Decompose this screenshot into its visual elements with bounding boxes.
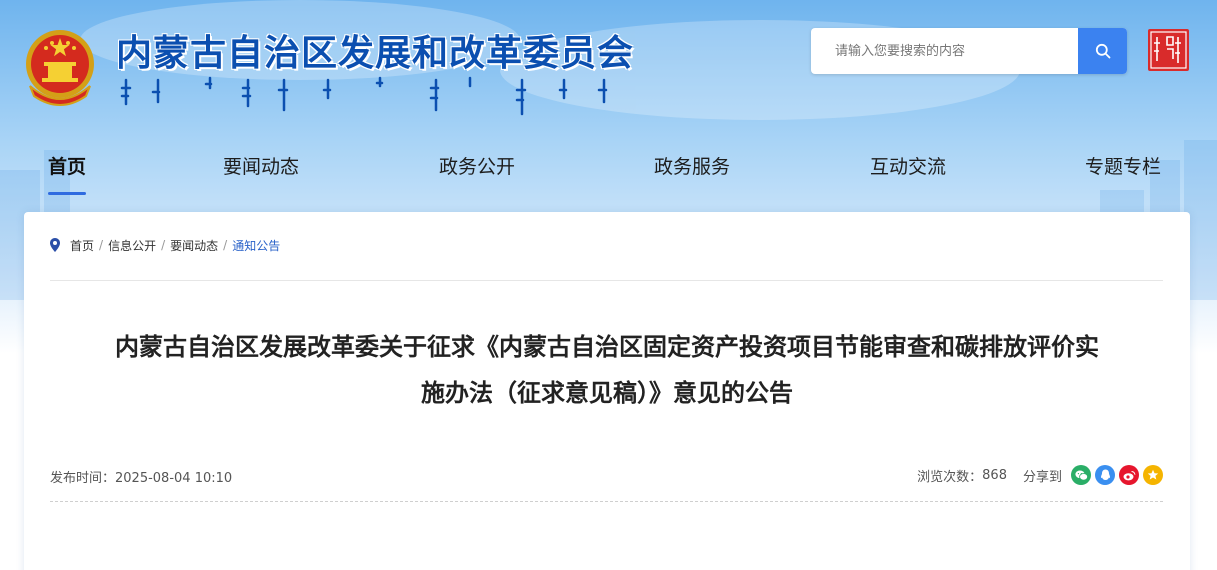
national-emblem-icon [26,30,94,106]
nav-label: 专题专栏 [1085,156,1162,178]
search-button[interactable] [1078,28,1127,74]
red-seal-logo [1148,29,1189,71]
views-label: 浏览次数： [917,469,983,485]
article-stats: 浏览次数： 868 分享到 [917,465,1163,485]
nav-item-government-affairs[interactable]: 政务公开 [439,152,515,179]
location-pin-icon [50,238,60,252]
nav-item-news[interactable]: 要闻动态 [223,152,299,179]
views-count: 868 [982,467,1007,483]
site-header: 内蒙古自治区发展和改革委员会 [0,0,1217,130]
nav-item-home[interactable]: 首页 [48,152,87,195]
breadcrumb-separator: / [99,238,104,252]
breadcrumb-separator: / [161,238,166,252]
article-title-line-1: 内蒙古自治区发展改革委关于征求《内蒙古自治区固定资产投资项目节能审查和碳排放评价… [115,333,1099,361]
qzone-icon[interactable] [1143,465,1163,485]
nav-active-indicator [48,192,87,195]
breadcrumb-item-news[interactable]: 要闻动态 [170,237,218,254]
breadcrumb-separator: / [223,238,228,252]
meta-divider [50,501,1163,502]
nav-label: 互动交流 [870,156,947,178]
nav-label: 要闻动态 [223,156,300,178]
breadcrumb-item-notices[interactable]: 通知公告 [232,237,280,254]
qq-icon[interactable] [1095,465,1115,485]
weibo-icon[interactable] [1119,465,1139,485]
breadcrumb-divider [50,280,1163,281]
nav-label: 政务服务 [654,156,731,178]
search-icon [1095,43,1110,59]
search-input[interactable] [811,28,1079,74]
article-title-line-2: 施办法（征求意见稿）》意见的公告 [421,379,793,407]
nav-item-interaction[interactable]: 互动交流 [870,152,946,179]
publish-info: 发布时间：2025-08-04 10:10 [50,467,232,486]
breadcrumb: 首页 / 信息公开 / 要闻动态 / 通知公告 [50,236,280,254]
nav-label: 政务公开 [439,156,516,178]
wechat-icon[interactable] [1071,465,1091,485]
nav-item-special-topics[interactable]: 专题专栏 [1085,152,1161,179]
nav-item-government-services[interactable]: 政务服务 [654,152,730,179]
search-box [811,28,1127,74]
mongolian-script-title-logo [120,76,608,116]
main-nav: 首页 要闻动态 政务公开 政务服务 互动交流 专题专栏 [0,140,1217,200]
nav-label: 首页 [48,156,87,178]
publish-time-label: 发布时间： [50,471,116,486]
breadcrumb-item-home[interactable]: 首页 [70,237,94,254]
article-card: 首页 / 信息公开 / 要闻动态 / 通知公告 内蒙古自治区发展改革委关于征求《… [24,212,1190,570]
publish-time: 2025-08-04 10:10 [115,471,233,486]
breadcrumb-item-info-public[interactable]: 信息公开 [108,237,156,254]
share-label: 分享到 [1022,469,1062,485]
site-title: 内蒙古自治区发展和改革委员会 [116,32,635,74]
article-title: 内蒙古自治区发展改革委关于征求《内蒙古自治区固定资产投资项目节能审查和碳排放评价… [84,324,1130,416]
